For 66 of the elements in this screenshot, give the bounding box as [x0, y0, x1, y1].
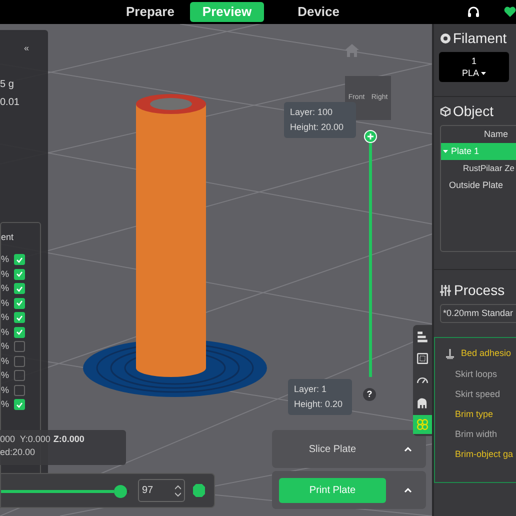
chevron-icon[interactable] [404, 446, 412, 452]
section-title: Process [454, 280, 505, 300]
percent-label: % [1, 296, 10, 310]
percent-label: % [1, 354, 10, 368]
move-value-field[interactable]: 97 [138, 479, 185, 502]
headset-icon[interactable] [467, 6, 480, 18]
setting-label: Brim width [455, 428, 498, 441]
percent-label: % [1, 268, 10, 280]
percent-label: % [1, 311, 10, 324]
section-title: Object [453, 102, 494, 121]
setting-label: Brim-object ga [455, 448, 514, 461]
group-title: Bed adhesio [461, 347, 512, 360]
checkbox[interactable] [14, 370, 26, 382]
checkbox[interactable] [14, 254, 26, 266]
checkbox[interactable] [14, 326, 26, 338]
cube-icon [440, 106, 451, 116]
spinner-icon[interactable] [175, 484, 181, 496]
percent-label: % [1, 326, 10, 338]
speed-label: ed:20.00 [0, 446, 36, 459]
percent-label: % [1, 369, 10, 382]
section-title: Filament [453, 28, 507, 48]
tree-item[interactable]: RustPilaar Ze [441, 160, 516, 177]
checkbox[interactable] [14, 312, 26, 324]
height-label: Height: 20.00 [290, 121, 345, 134]
tree-item[interactable]: Outside Plate [441, 177, 516, 194]
percent-label: % [1, 340, 10, 353]
filament-selector[interactable]: 1 PLA [439, 52, 509, 82]
layer-slider-track[interactable] [369, 143, 372, 377]
checkbox[interactable] [14, 283, 26, 294]
stat-value: 5 g [0, 78, 14, 92]
layer-handle[interactable] [364, 130, 377, 143]
layer-label: Layer: 100 [290, 106, 334, 119]
heart-icon[interactable] [504, 6, 516, 18]
slice-button[interactable]: Slice Plate [279, 436, 386, 462]
percent-label: % [1, 398, 10, 411]
bed-adhesion-icon [445, 349, 455, 359]
legend-header: ent [1, 231, 14, 244]
checkbox[interactable] [14, 298, 26, 309]
checkbox[interactable] [14, 341, 26, 352]
height-label: Height: 0.20 [294, 398, 344, 411]
collapse-button[interactable]: « [24, 42, 30, 56]
coordinates-label: 000 Y:0.000 [0, 433, 50, 446]
slider-thumb[interactable] [114, 485, 128, 498]
layer-label: Layer: 1 [294, 383, 328, 396]
setting-label: Skirt speed [455, 388, 502, 401]
tab[interactable]: Prepare [114, 2, 186, 22]
spool-icon [440, 32, 451, 44]
percent-label: % [1, 384, 10, 396]
move-value: 97 [142, 484, 154, 498]
checkbox[interactable] [14, 399, 26, 410]
preset-selector[interactable]: *0.20mm Standar [440, 304, 516, 323]
percent-label: % [1, 282, 10, 295]
help-button[interactable]: ? [363, 388, 376, 401]
sliders-icon [440, 284, 451, 296]
setting-label: Brim type [455, 408, 494, 421]
checkbox[interactable] [14, 268, 26, 280]
dropdown-icon[interactable] [481, 72, 486, 74]
checkbox[interactable] [14, 356, 26, 367]
stat-value: 0.01 [0, 96, 20, 110]
percent-label: % [1, 253, 10, 266]
tab[interactable]: Device [286, 2, 352, 22]
z-coordinate-label: Z:0.000 [53, 433, 84, 446]
chevron-icon[interactable] [404, 488, 412, 492]
column-header: Name [483, 128, 510, 141]
setting-label: Skirt loops [455, 368, 498, 381]
checkbox[interactable] [14, 384, 26, 396]
